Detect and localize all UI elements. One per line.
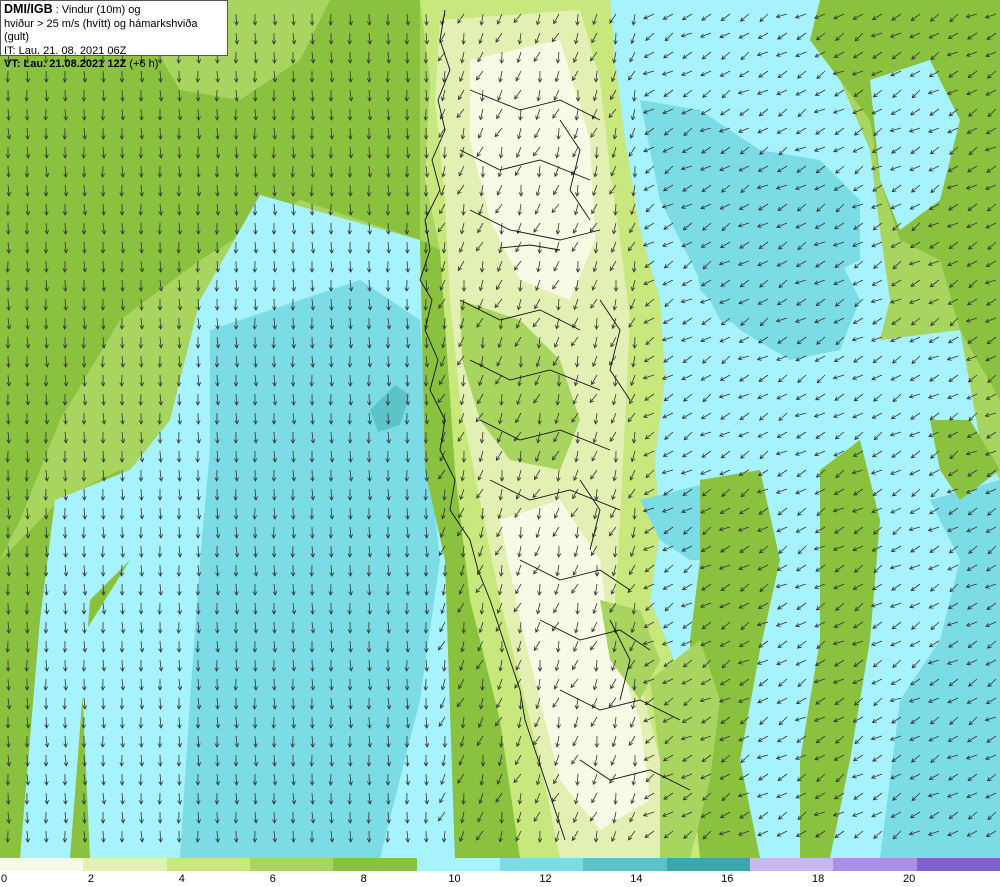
legend-tick-label: 12: [539, 873, 552, 885]
west-sea-teal: [180, 280, 440, 858]
valid-time-label: VT: Lau. 21.08.2021 12Z: [4, 58, 127, 70]
legend-swatch: [166, 858, 250, 871]
color-legend-labels: 0 2 4 6 8 10 12 14 16 18 20: [0, 871, 1000, 887]
title-line-3: IT: Lau. 21. 08. 2021 06Z: [4, 44, 127, 57]
legend-swatch: [333, 858, 417, 871]
legend-tick-label: 2: [87, 873, 94, 885]
legend-swatch: [749, 858, 834, 871]
title-line-4: VT: Lau. 21.08.2021 12Z (+6 h): [4, 58, 224, 72]
legend-tick-label: 0: [0, 873, 8, 885]
legend-swatch: [0, 858, 84, 871]
legend-swatch: [83, 858, 167, 871]
legend-tick-label: 14: [630, 873, 643, 885]
legend-swatch: [416, 858, 500, 871]
legend-tick-label: 18: [812, 873, 825, 885]
legend-swatch: [833, 858, 917, 871]
wind-map[interactable]: [0, 0, 1000, 858]
legend-tick-label: 8: [360, 873, 367, 885]
title-box: DMI/IGB : Vindur (10m) og hviður > 25 m/…: [0, 0, 228, 70]
legend-swatch: [249, 858, 334, 871]
legend-tick-label: 4: [178, 873, 185, 885]
legend-swatch: [583, 858, 667, 871]
legend-tick-label: 10: [448, 873, 461, 885]
title-line-2: hviður > 25 m/s (hvítt) og hámarkshviða …: [4, 17, 198, 44]
legend-tick-label: 16: [721, 873, 734, 885]
color-legend-bar: [0, 858, 1000, 871]
title-line-1-text: : Vindur (10m) og: [52, 4, 141, 16]
legend-tick-label: 6: [269, 873, 276, 885]
legend-swatch: [666, 858, 750, 871]
legend-swatch: [916, 858, 1000, 871]
legend-tick-label: 20: [902, 873, 916, 885]
valid-time-offset: (+6 h): [126, 58, 159, 70]
title-line-1: DMI/IGB : Vindur (10m) og: [4, 2, 224, 18]
legend-swatch: [499, 858, 584, 871]
brand-label: DMI/IGB: [4, 2, 53, 16]
